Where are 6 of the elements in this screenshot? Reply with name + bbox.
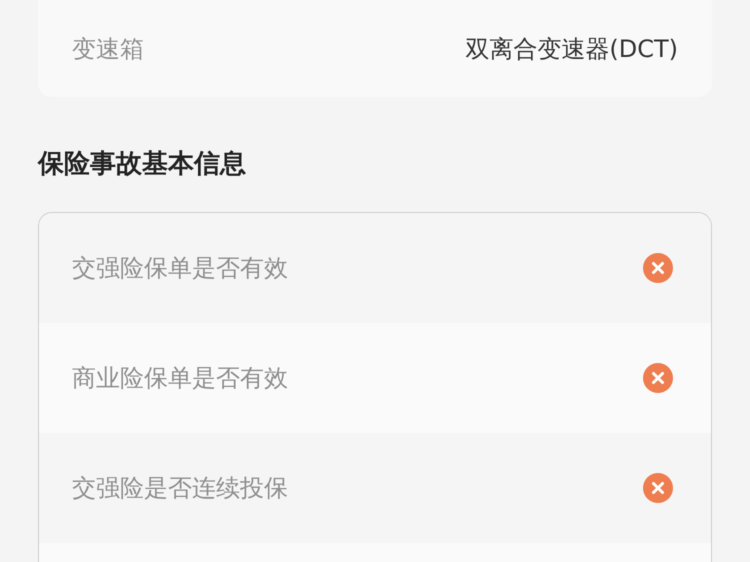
section-title: 保险事故基本信息 bbox=[38, 148, 247, 181]
check-label: 交强险是否连续投保 bbox=[72, 473, 288, 504]
check-label: 交强险保单是否有效 bbox=[72, 253, 288, 284]
field-value: 双离合变速器(DCT) bbox=[465, 34, 678, 64]
field-label: 变速箱 bbox=[72, 34, 144, 64]
check-label: 商业险保单是否有效 bbox=[72, 363, 288, 394]
